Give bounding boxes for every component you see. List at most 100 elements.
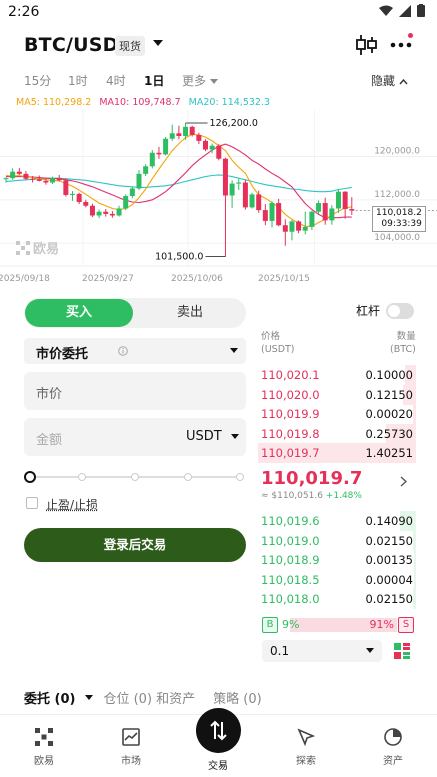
info-icon[interactable] [118,346,128,356]
order-price: 110,020.0 [261,387,320,402]
tab-positions[interactable]: 仓位 (0) 和资产 [103,688,195,707]
qty-header-label: 数量 [396,331,416,342]
leverage-toggle[interactable] [386,303,414,319]
bid-row[interactable]: 110,019.6 0.14090 [258,511,416,531]
amount-slider-handle[interactable] [24,471,36,483]
candle-body [76,193,82,202]
slider-step-75[interactable] [184,473,192,481]
hide-chart-button[interactable]: 隐藏 [371,72,408,89]
nav-home-label: 欧易 [34,756,54,767]
depth-bar [412,589,416,609]
candle-body [203,140,208,150]
slider-step-25[interactable] [78,473,86,481]
nav-trade-label: 交易 [208,761,228,772]
tab-1d[interactable]: 1日 [144,72,164,89]
leverage-label: 杠杆 [356,304,381,318]
order-qty: 1.40251 [365,446,413,460]
candle-body [36,179,42,181]
precision-select[interactable]: 0.1 [262,640,382,662]
more-timeframes[interactable]: 更多 [182,72,218,89]
orderbook-layout-icon[interactable] [394,643,410,659]
order-price: 110,020.1 [261,368,320,382]
ask-row[interactable]: 110,019.7 1.40251 [258,443,416,463]
orderbook-qty-header: 数量 (BTC) [390,330,416,356]
order-qty: 0.14090 [365,514,413,528]
nav-assets[interactable]: 资产 [363,728,423,767]
order-type-select[interactable]: 市价委托 [24,338,246,364]
bid-row[interactable]: 110,018.5 0.00004 [258,569,416,590]
order-price: 110,019.8 [261,426,320,441]
ask-row[interactable]: 110,020.1 0.10000 [258,365,416,385]
order-qty: 0.25730 [365,426,413,441]
candle-body [196,134,202,141]
candle-body [50,178,56,183]
watermark: 欧易 [16,238,59,257]
tab-strategy[interactable]: 策略 (0) [213,688,262,707]
buy-sell-toggle: 买入 卖出 [24,298,246,328]
orderbook-price-header: 价格 (USDT) [261,330,295,356]
caret-down-icon[interactable] [85,694,94,701]
slider-step-50[interactable] [131,473,139,481]
nav-explore-label: 探索 [296,756,316,767]
currency-select[interactable]: USDT [186,429,222,444]
candle-body [309,211,315,227]
depth-bar [412,404,416,424]
ask-row[interactable]: 110,020.0 0.12150 [258,384,416,405]
hide-chart-label: 隐藏 [371,74,396,88]
sell-tab[interactable]: 卖出 [136,299,244,327]
tab-1h[interactable]: 1时 [68,72,88,89]
candle-body [70,193,75,195]
candle-body [103,211,109,214]
nav-market[interactable]: 市场 [101,728,161,767]
nav-trade[interactable] [196,708,241,753]
tab-4h[interactable]: 4时 [106,72,126,89]
chevron-right-icon[interactable] [400,476,407,487]
tab-orders[interactable]: 委托 (0) [24,688,75,707]
candle-body [63,180,69,195]
candle-body [149,152,155,167]
bid-row[interactable]: 110,018.0 0.02150 [258,589,416,609]
candle-body [302,226,308,231]
candle-body [163,138,169,155]
candle-body [269,203,275,221]
market-price-text: 市价 [36,387,63,402]
more-icon[interactable] [390,42,412,48]
nav-explore[interactable]: 探索 [276,728,336,767]
ma20-label: MA20: 114,532.3 [188,97,271,108]
candle-body [10,171,16,179]
login-to-trade-button[interactable]: 登录后交易 [24,528,246,562]
order-price: 110,019.9 [261,407,320,421]
order-qty: 0.02150 [365,592,413,606]
slider-step-100[interactable] [236,473,244,481]
caret-down-icon[interactable] [153,40,163,47]
price-chart[interactable]: 120,000.0 112,000.0 104,000.0 126,200.0 101,… [0,110,437,290]
ask-row[interactable]: 110,019.8 0.25730 [258,423,416,444]
candle-body [336,191,341,209]
signal-icon [399,4,411,17]
ma20-line [5,174,352,193]
candlestick-chart-icon[interactable] [356,35,378,55]
nav-home[interactable]: 欧易 [14,728,74,767]
bid-row[interactable]: 110,018.9 0.00135 [258,550,416,570]
depth-bar [412,530,416,551]
mid-price: 110,019.7 [261,468,363,489]
sell-ratio-label: 91% [369,618,394,631]
tpsl-label[interactable]: 止盈/止损 [46,496,98,513]
amount-field[interactable]: 金额 USDT [24,418,246,456]
bid-row[interactable]: 110,019.0 0.02150 [258,530,416,551]
mid-price-sub: ≈ $110,051.6 +1.48% [261,491,362,501]
candle-body [236,182,242,184]
candle-body [116,208,122,216]
tab-15m[interactable]: 15分 [24,72,51,89]
more-timeframes-label: 更多 [182,74,207,88]
ask-row[interactable]: 110,019.9 0.00020 [258,404,416,424]
tpsl-checkbox[interactable] [26,497,38,509]
buy-tab[interactable]: 买入 [25,299,133,327]
pie-chart-icon [384,728,402,746]
watermark-text: 欧易 [33,242,60,257]
ma5-line [5,133,352,227]
caret-down-icon [209,79,218,84]
candle-body [229,183,235,196]
price-field[interactable]: 市价 [24,372,246,410]
candle-body [109,213,115,216]
